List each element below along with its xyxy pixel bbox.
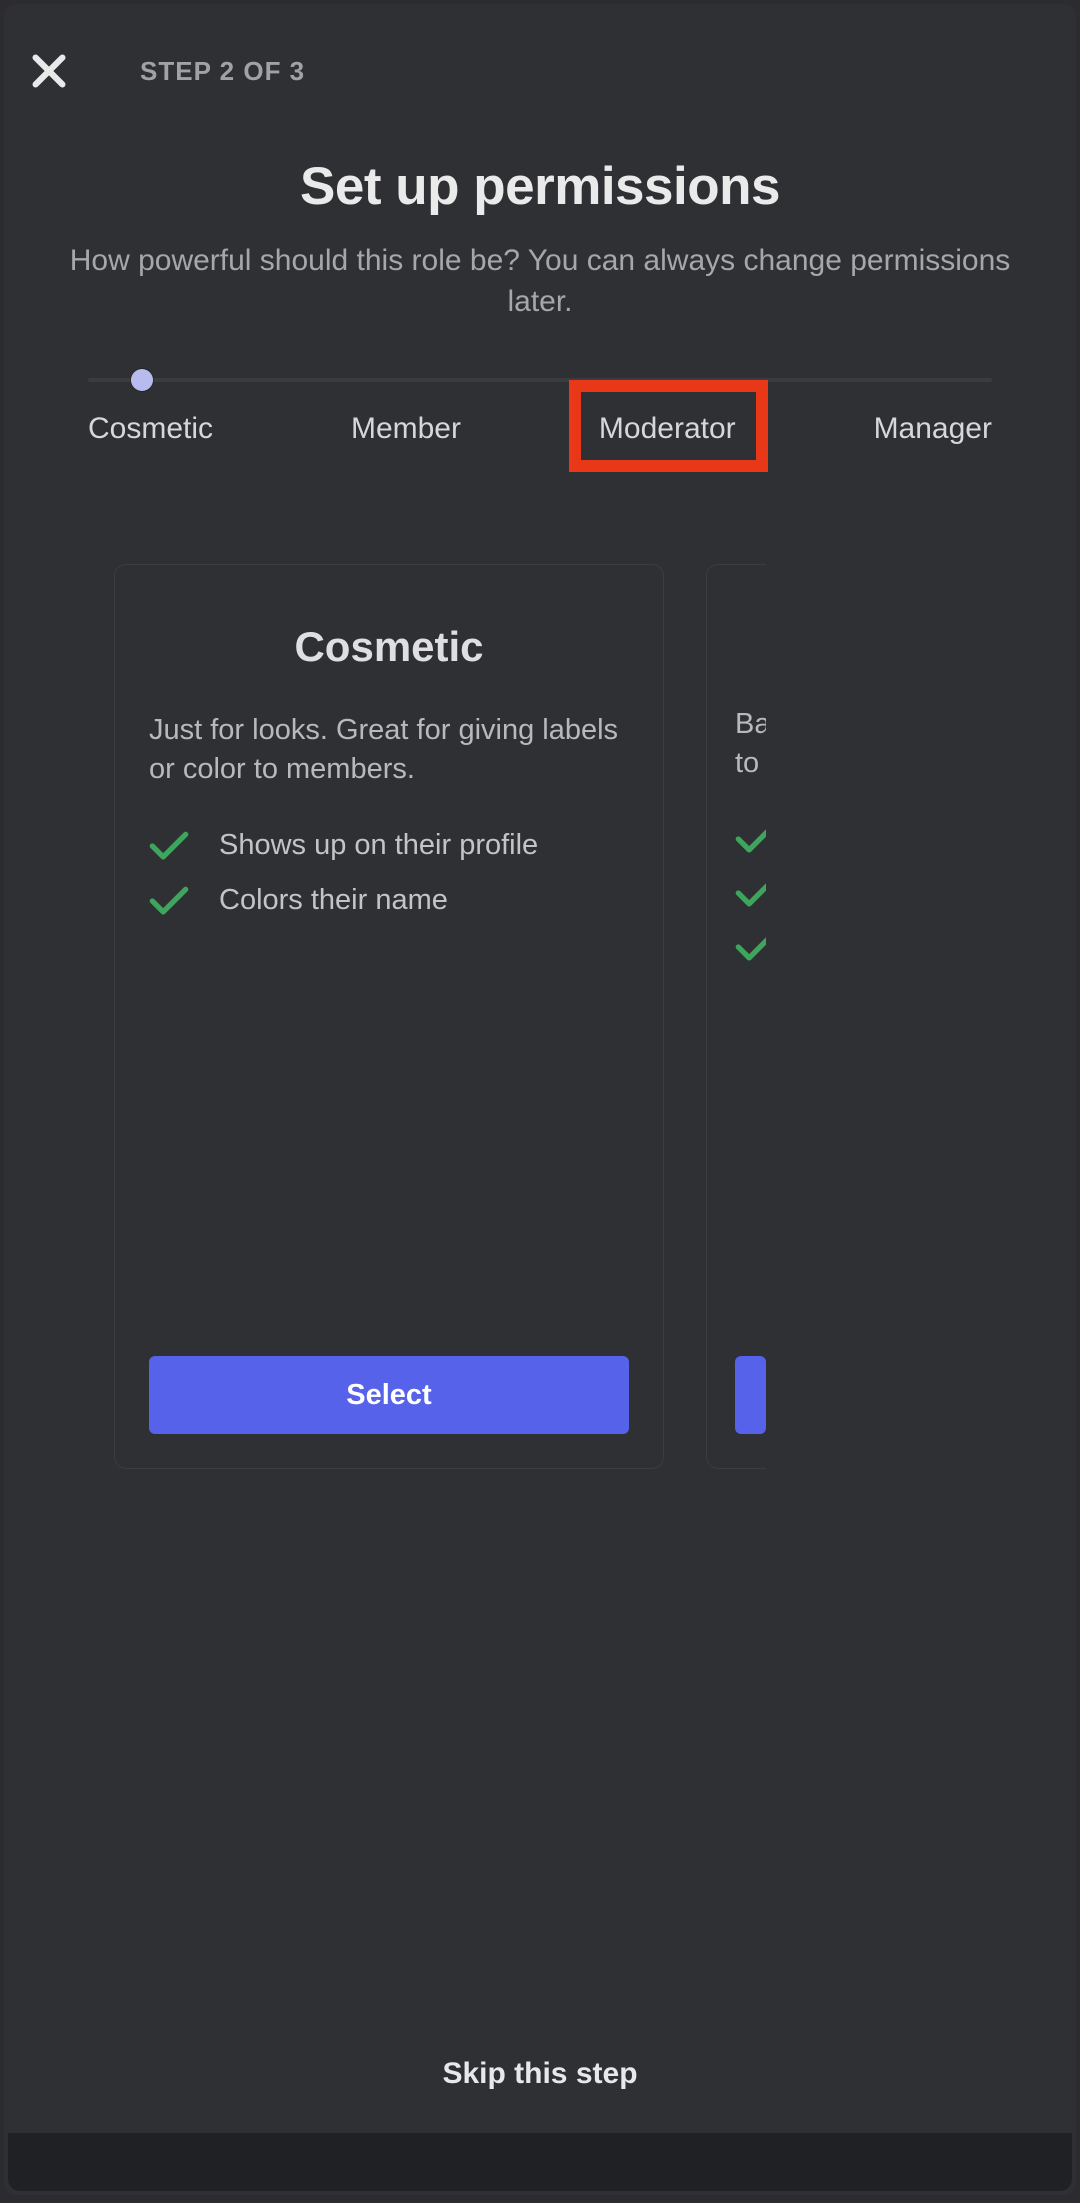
slider-label-moderator-text: Moderator <box>599 412 736 445</box>
header-row: STEP 2 OF 3 <box>4 4 1076 94</box>
card-description: Just for looks. Great for giving labels … <box>149 711 629 789</box>
slider-label-cosmetic[interactable]: Cosmetic <box>88 412 213 446</box>
checkmark-icon <box>735 931 766 963</box>
card-description: Basto t <box>735 705 766 783</box>
card-cosmetic: Cosmetic Just for looks. Great for givin… <box>114 564 664 1469</box>
slider-labels: Cosmetic Member Moderator Manager <box>88 412 992 446</box>
permission-slider: Cosmetic Member Moderator Manager <box>4 378 1076 446</box>
checkmark-icon <box>735 823 766 855</box>
feature-item <box>735 931 766 963</box>
slider-label-manager[interactable]: Manager <box>874 412 992 446</box>
step-indicator: STEP 2 OF 3 <box>140 56 305 87</box>
card-features: Shows up on their profile Colors their n… <box>149 829 629 917</box>
card-title: Cosmetic <box>149 623 629 671</box>
skip-step-link[interactable]: Skip this step <box>4 2057 1076 2091</box>
close-button[interactable] <box>26 48 72 94</box>
select-button[interactable] <box>735 1356 766 1434</box>
select-button[interactable]: Select <box>149 1356 629 1434</box>
slider-label-member[interactable]: Member <box>351 412 461 446</box>
page-subtitle: How powerful should this role be? You ca… <box>44 241 1036 322</box>
slider-thumb[interactable] <box>131 369 153 391</box>
card-member-peek[interactable]: Basto t <box>706 564 766 1469</box>
feature-item <box>735 823 766 855</box>
modal-frame: STEP 2 OF 3 Set up permissions How power… <box>4 4 1076 2195</box>
feature-item: Shows up on their profile <box>149 829 629 862</box>
checkmark-icon <box>735 877 766 909</box>
card-features <box>735 823 766 963</box>
feature-text: Shows up on their profile <box>219 829 538 862</box>
feature-text: Colors their name <box>219 884 448 917</box>
slider-track[interactable] <box>88 378 992 382</box>
bottom-nav-bar <box>8 2133 1072 2191</box>
slider-label-moderator[interactable]: Moderator <box>599 412 736 446</box>
page-title: Set up permissions <box>4 156 1076 217</box>
checkmark-icon <box>149 885 189 917</box>
permission-cards: Cosmetic Just for looks. Great for givin… <box>114 564 766 1469</box>
feature-item <box>735 877 766 909</box>
checkmark-icon <box>149 830 189 862</box>
feature-item: Colors their name <box>149 884 629 917</box>
close-icon <box>26 48 72 94</box>
